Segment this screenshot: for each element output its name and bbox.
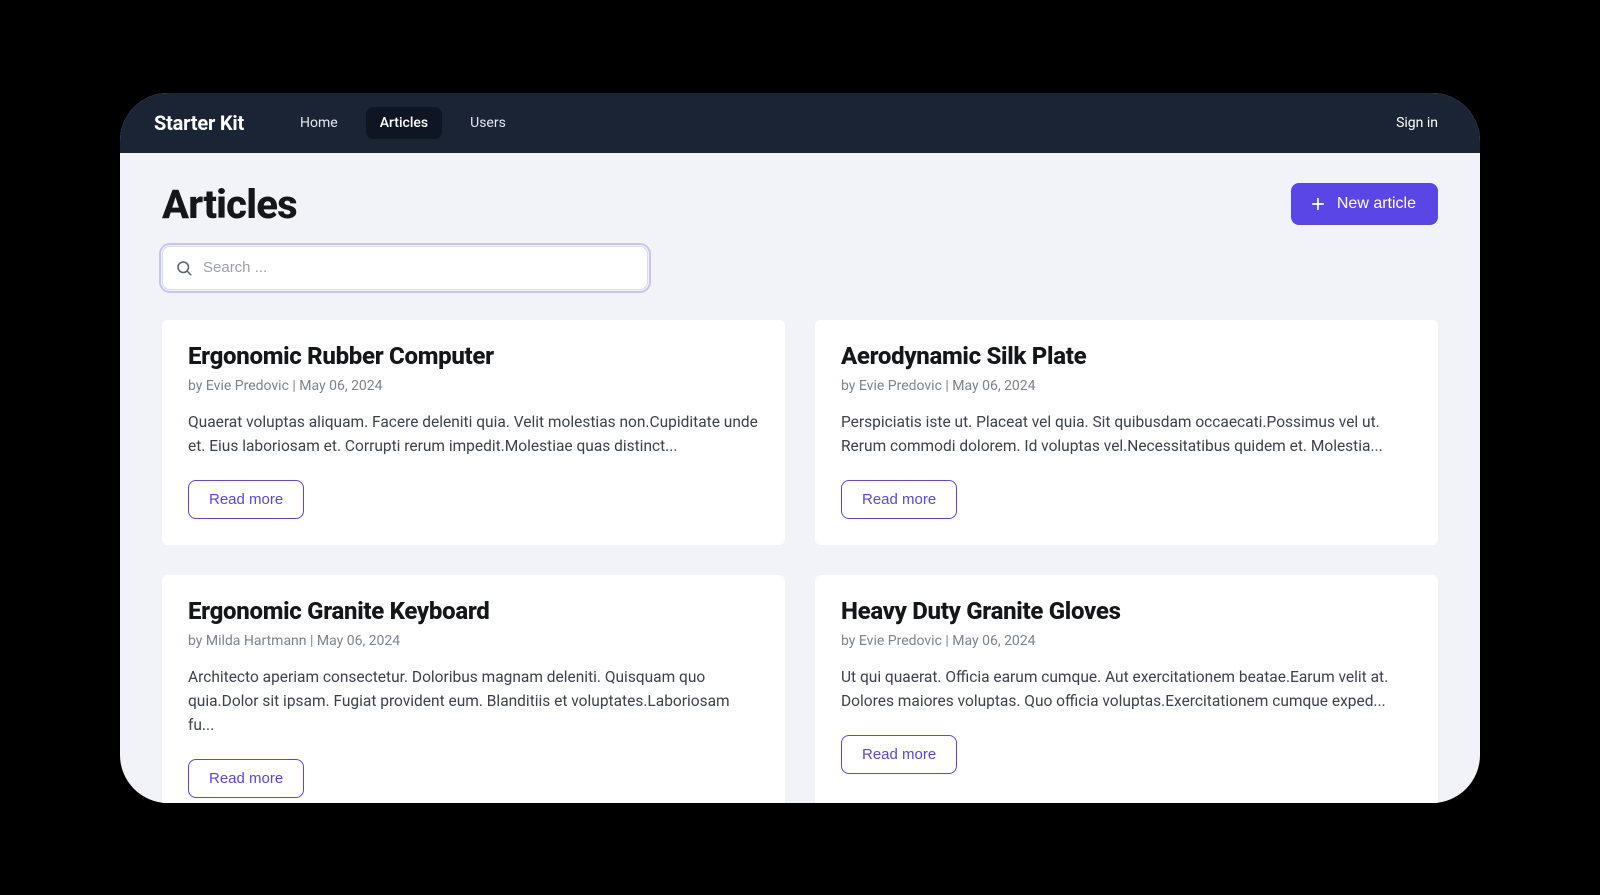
article-title[interactable]: Heavy Duty Granite Gloves	[841, 597, 1412, 625]
article-byline: by Milda Hartmann | May 06, 2024	[188, 633, 759, 649]
brand-logo[interactable]: Starter Kit	[154, 111, 244, 135]
article-card: Ergonomic Granite Keyboard by Milda Hartm…	[162, 575, 785, 803]
new-article-label: New article	[1337, 195, 1416, 213]
article-grid: Ergonomic Rubber Computer by Evie Predovi…	[162, 320, 1438, 803]
article-excerpt: Perspiciatis iste ut. Placeat vel quia. …	[841, 410, 1412, 458]
page-title: Articles	[162, 181, 297, 228]
article-title[interactable]: Ergonomic Rubber Computer	[188, 342, 759, 370]
plus-icon	[1309, 195, 1327, 213]
signin-link[interactable]: Sign in	[1396, 115, 1438, 131]
article-excerpt: Architecto aperiam consectetur. Doloribu…	[188, 665, 759, 737]
page-header: Articles New article	[162, 181, 1438, 228]
read-more-button[interactable]: Read more	[841, 480, 957, 519]
page-content: Articles New article Ergonomic Rubber Co…	[120, 153, 1480, 803]
article-title[interactable]: Ergonomic Granite Keyboard	[188, 597, 759, 625]
nav-articles[interactable]: Articles	[366, 107, 442, 139]
article-card: Ergonomic Rubber Computer by Evie Predovi…	[162, 320, 785, 545]
read-more-button[interactable]: Read more	[188, 480, 304, 519]
new-article-button[interactable]: New article	[1291, 183, 1438, 225]
nav-users[interactable]: Users	[456, 107, 520, 139]
search-wrap	[162, 246, 648, 290]
read-more-button[interactable]: Read more	[188, 759, 304, 798]
article-byline: by Evie Predovic | May 06, 2024	[841, 633, 1412, 649]
article-title[interactable]: Aerodynamic Silk Plate	[841, 342, 1412, 370]
navbar: Starter Kit Home Articles Users Sign in	[120, 93, 1480, 153]
nav-home[interactable]: Home	[286, 107, 352, 139]
article-card: Heavy Duty Granite Gloves by Evie Predovi…	[815, 575, 1438, 803]
search-box[interactable]	[162, 246, 648, 290]
article-excerpt: Quaerat voluptas aliquam. Facere delenit…	[188, 410, 759, 458]
article-excerpt: Ut qui quaerat. Officia earum cumque. Au…	[841, 665, 1412, 713]
nav-links: Home Articles Users	[286, 107, 520, 139]
app-window: Starter Kit Home Articles Users Sign in …	[120, 93, 1480, 803]
search-input[interactable]	[203, 259, 635, 276]
article-card: Aerodynamic Silk Plate by Evie Predovic |…	[815, 320, 1438, 545]
article-byline: by Evie Predovic | May 06, 2024	[841, 378, 1412, 394]
search-icon	[175, 259, 193, 277]
article-byline: by Evie Predovic | May 06, 2024	[188, 378, 759, 394]
read-more-button[interactable]: Read more	[841, 735, 957, 774]
